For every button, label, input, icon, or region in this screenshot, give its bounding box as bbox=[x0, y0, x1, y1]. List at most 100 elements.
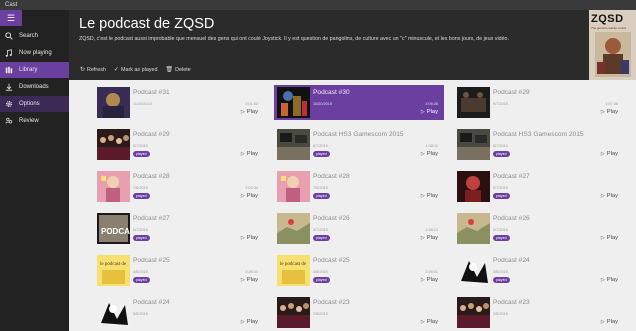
episode-thumbnail: le podcast de bbox=[97, 255, 130, 286]
played-badge: played bbox=[133, 193, 150, 199]
episode-title: Podcast #26 bbox=[493, 215, 530, 222]
play-button[interactable]: ▷ Play bbox=[241, 193, 258, 199]
episode-card[interactable]: le podcast de Podcast #25 4/5/2015 2:26:31 p… bbox=[94, 253, 264, 288]
episode-card[interactable]: Podcast #28 7/6/2015 2:02:34 played ▷ Play bbox=[94, 169, 264, 204]
episode-card[interactable]: Podcast #29 9/7/2015 played ▷ Play bbox=[94, 127, 264, 162]
sidebar-item-now-playing[interactable]: Now playing bbox=[0, 45, 69, 61]
episode-date: 10/20/2015 bbox=[313, 102, 333, 106]
download-icon bbox=[5, 83, 13, 91]
music-note-icon bbox=[5, 49, 13, 57]
episode-duration: 1:08:11 bbox=[425, 144, 438, 148]
episode-title: Podcast HS3 Gamescom 2015 bbox=[313, 131, 404, 138]
play-icon: ▷ bbox=[600, 109, 605, 115]
refresh-icon: ↻ bbox=[80, 67, 86, 73]
sidebar-item-label: Search bbox=[19, 33, 39, 39]
episode-thumbnail bbox=[97, 129, 130, 160]
play-icon: ▷ bbox=[420, 109, 425, 115]
play-icon: ▷ bbox=[240, 319, 245, 325]
play-button[interactable]: ▷ Play bbox=[241, 235, 258, 241]
cover-tagline: The genuine wacky sound bbox=[591, 26, 626, 30]
play-button[interactable]: ▷ Play bbox=[601, 319, 618, 325]
play-label: Play bbox=[246, 109, 258, 115]
play-button[interactable]: ▷ Play bbox=[601, 277, 618, 283]
play-button[interactable]: ▷ Play bbox=[421, 193, 438, 199]
play-label: Play bbox=[246, 319, 258, 325]
sidebar-item-label: Library bbox=[19, 67, 38, 73]
sidebar-item-label: Review bbox=[19, 118, 39, 124]
sidebar-item-search[interactable]: Search bbox=[0, 28, 69, 44]
episode-card[interactable]: Podcast #23 2/5/2015 ▷ Play bbox=[274, 295, 444, 330]
episode-date: 9/7/2015 bbox=[493, 102, 508, 106]
episode-title: Podcast #28 bbox=[313, 173, 350, 180]
episode-card[interactable]: le podcast de Podcast #25 4/5/2015 2:26:31 p… bbox=[274, 253, 444, 288]
play-button[interactable]: ▷ Play bbox=[421, 151, 438, 157]
play-icon: ▷ bbox=[420, 235, 425, 241]
hamburger-icon: ☰ bbox=[6, 13, 16, 23]
sidebar-item-options[interactable]: Options bbox=[0, 96, 69, 112]
svg-text:le podcast de: le podcast de bbox=[280, 262, 307, 267]
play-button[interactable]: ▷ Play bbox=[241, 277, 258, 283]
sidebar-item-label: Downloads bbox=[19, 84, 49, 90]
episode-title: Podcast #27 bbox=[133, 215, 170, 222]
episode-thumbnail bbox=[277, 297, 310, 328]
episode-card[interactable]: Podcast #26 5/7/2015 played ▷ Play bbox=[454, 211, 624, 246]
episode-date: 3/5/2015 bbox=[133, 312, 148, 316]
played-badge: played bbox=[493, 277, 510, 283]
play-icon: ▷ bbox=[420, 319, 425, 325]
sidebar-item-library[interactable]: Library bbox=[0, 62, 69, 78]
episode-card[interactable]: Podcast #31 11/20/2015 2:01:52 ▷ Play bbox=[94, 85, 264, 120]
play-button[interactable]: ▷ Play bbox=[421, 235, 438, 241]
episode-card[interactable]: Podcast HS3 Gamescom 2015 8/7/2015 1:08:11… bbox=[274, 127, 444, 162]
sidebar-item-downloads[interactable]: Downloads bbox=[0, 79, 69, 95]
sidebar: ☰ Search Now playing Library Downloads O… bbox=[0, 10, 69, 331]
episode-card[interactable]: Podcast #24 3/5/2015 played ▷ Play bbox=[454, 253, 624, 288]
people-icon bbox=[5, 117, 13, 125]
episode-date: 11/20/2015 bbox=[133, 102, 152, 106]
episode-date: 2/5/2015 bbox=[493, 312, 508, 316]
episode-card[interactable]: Podcast #29 9/7/2015 1:57:46 ▷ Play bbox=[454, 85, 624, 120]
episode-card[interactable]: Podcast #24 3/5/2015 ▷ Play bbox=[94, 295, 264, 330]
play-button[interactable]: ▷ Play bbox=[421, 109, 438, 115]
play-button[interactable]: ▷ Play bbox=[601, 151, 618, 157]
play-icon: ▷ bbox=[600, 193, 605, 199]
play-label: Play bbox=[426, 151, 438, 157]
episode-card[interactable]: Podcast #28 7/6/2015 played ▷ Play bbox=[274, 169, 444, 204]
episode-grid: Podcast #31 11/20/2015 2:01:52 ▷ Play Podcast… bbox=[69, 80, 636, 331]
played-badge: played bbox=[313, 151, 330, 157]
episode-date: 8/7/2015 bbox=[493, 144, 508, 148]
episode-card[interactable]: Podcast HS3 Gamescom 2015 8/7/2015 played ▷… bbox=[454, 127, 624, 162]
episode-card[interactable]: Podcast #23 2/5/2015 ▷ Play bbox=[454, 295, 624, 330]
play-label: Play bbox=[426, 235, 438, 241]
play-icon: ▷ bbox=[600, 319, 605, 325]
episode-thumbnail: PODCAST bbox=[97, 213, 130, 244]
play-label: Play bbox=[606, 277, 618, 283]
refresh-button[interactable]: ↻ Refresh bbox=[80, 66, 106, 74]
episode-title: Podcast #24 bbox=[133, 299, 170, 306]
mark-as-played-button[interactable]: ✓ Mark as played bbox=[114, 66, 158, 74]
played-badge: played bbox=[493, 235, 510, 241]
play-button[interactable]: ▷ Play bbox=[601, 109, 618, 115]
sidebar-item-review[interactable]: Review bbox=[0, 113, 69, 129]
play-button[interactable]: ▷ Play bbox=[241, 319, 258, 325]
library-icon bbox=[5, 66, 13, 74]
play-button[interactable]: ▷ Play bbox=[241, 109, 258, 115]
episode-card[interactable]: PODCASTPodcast #27 6/7/2015 played ▷Play bbox=[94, 211, 264, 246]
episode-thumbnail bbox=[277, 87, 310, 118]
window-title: Cast bbox=[5, 2, 18, 8]
play-icon: ▷ bbox=[240, 193, 245, 199]
play-button[interactable]: ▷ Play bbox=[601, 193, 618, 199]
hamburger-menu-button[interactable]: ☰ bbox=[0, 10, 22, 26]
delete-button[interactable]: 🗑 Delete bbox=[165, 66, 191, 74]
episode-card[interactable]: Podcast #27 6/7/2015 played ▷ Play bbox=[454, 169, 624, 204]
play-button[interactable]: ▷ Play bbox=[421, 319, 438, 325]
play-label: Play bbox=[426, 109, 438, 115]
play-button[interactable]: ▷ Play bbox=[601, 235, 618, 241]
episode-date: 2/5/2015 bbox=[313, 312, 328, 316]
play-button[interactable]: ▷ Play bbox=[241, 151, 258, 157]
played-badge: played bbox=[493, 193, 510, 199]
episode-card[interactable]: Podcast #30 10/20/2015 2:06:26 ▷ Play bbox=[274, 85, 444, 120]
trash-icon: 🗑 bbox=[165, 67, 174, 73]
play-button[interactable]: ▷ Play bbox=[421, 277, 438, 283]
episode-card[interactable]: Podcast #26 5/7/2015 1:58:12 played ▷ Play bbox=[274, 211, 444, 246]
refresh-label: Refresh bbox=[87, 66, 106, 73]
